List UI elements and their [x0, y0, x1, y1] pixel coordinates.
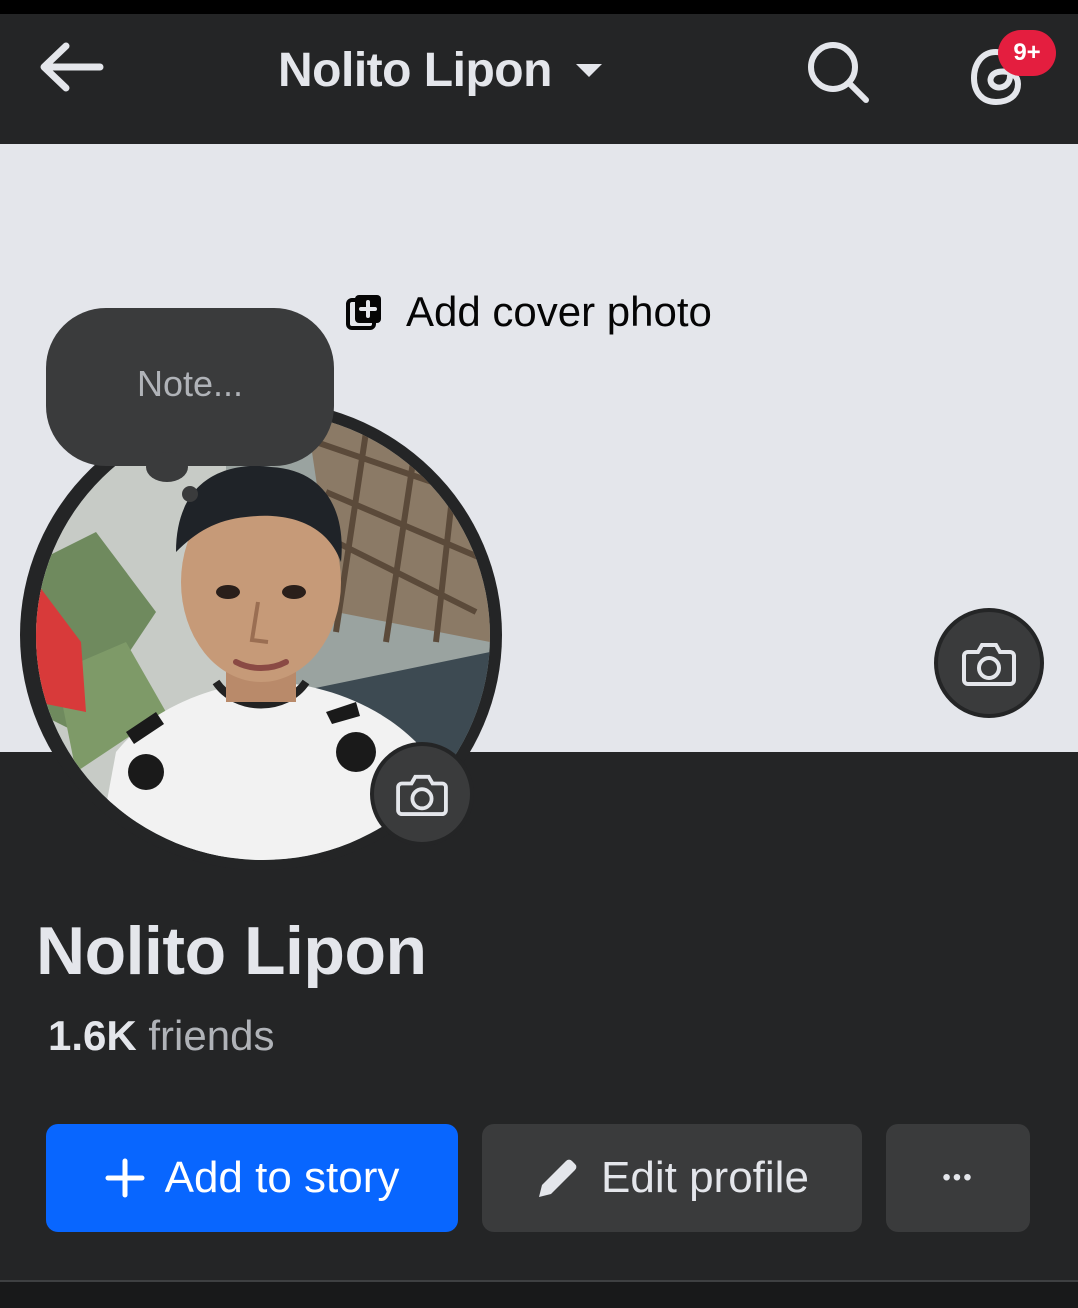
add-to-story-label: Add to story: [164, 1153, 400, 1202]
add-cover-label: Add cover photo: [406, 288, 712, 335]
more-icon: •••: [942, 1164, 974, 1191]
add-to-story-button[interactable]: Add to story: [46, 1124, 458, 1232]
edit-profile-label: Edit profile: [601, 1153, 809, 1202]
edit-profile-button[interactable]: Edit profile: [482, 1124, 862, 1232]
notification-badge: 9+: [998, 30, 1056, 76]
page-title: Nolito Lipon: [278, 43, 552, 97]
search-icon: [808, 42, 869, 103]
add-photo-icon: [346, 295, 381, 330]
note-bubble[interactable]: Note...: [46, 308, 334, 466]
bottom-edge: [0, 1282, 1078, 1308]
note-bubble-dot: [182, 486, 198, 502]
friends-count[interactable]: 1.6K friends: [48, 1012, 274, 1060]
profile-name: Nolito Lipon: [36, 913, 427, 989]
camera-icon: [962, 643, 1016, 686]
camera-icon: [396, 774, 448, 816]
caret-down-icon: [575, 63, 602, 77]
search-button[interactable]: [806, 40, 870, 104]
back-button[interactable]: [36, 40, 106, 94]
status-strip: [0, 0, 1078, 14]
more-options-button[interactable]: •••: [886, 1124, 1030, 1232]
cover-camera-button[interactable]: [934, 608, 1044, 718]
note-bubble-tail: [146, 452, 188, 482]
add-cover-photo-button[interactable]: Add cover photo: [344, 288, 712, 336]
back-arrow-icon: [40, 42, 104, 92]
friends-number: 1.6K: [48, 1012, 137, 1059]
profile-switcher[interactable]: Nolito Lipon: [278, 40, 602, 100]
note-placeholder: Note...: [136, 363, 244, 404]
friends-label: friends: [136, 1012, 275, 1059]
avatar-camera-button[interactable]: [370, 742, 474, 846]
pencil-icon: [539, 1159, 577, 1197]
plus-icon: [105, 1158, 145, 1198]
